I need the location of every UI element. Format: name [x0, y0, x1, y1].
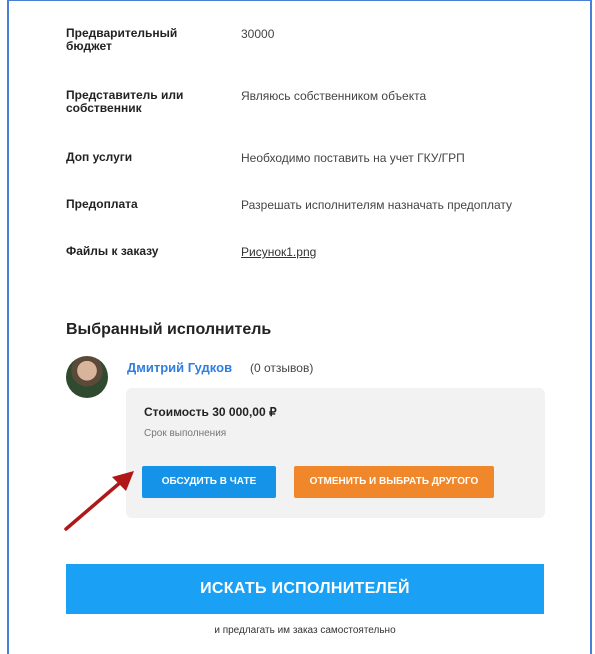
detail-value: Являюсь собственником объекта: [241, 89, 427, 103]
avatar[interactable]: [66, 356, 108, 398]
price: Стоимость 30 000,00 ₽: [144, 405, 277, 419]
detail-label: Предварительный бюджет: [66, 26, 178, 53]
search-executors-button[interactable]: ИСКАТЬ ИСПОЛНИТЕЛЕЙ: [66, 564, 544, 614]
detail-label: Представитель или собственник: [66, 88, 184, 115]
detail-label: Файлы к заказу: [66, 244, 159, 258]
executor-name-link[interactable]: Дмитрий Гудков: [127, 360, 232, 375]
cancel-and-choose-another-button[interactable]: ОТМЕНИТЬ И ВЫБРАТЬ ДРУГОГО: [294, 466, 494, 498]
offer-card: Стоимость 30 000,00 ₽ Срок выполнения ОБ…: [126, 388, 545, 518]
detail-value: Разрешать исполнителям назначать предопл…: [241, 198, 513, 212]
reviews-count: (0 отзывов): [250, 361, 314, 375]
section-title: Выбранный исполнитель: [66, 321, 272, 338]
arrow-icon: [64, 471, 134, 531]
detail-value: Необходимо поставить на учет ГКУ/ГРП: [241, 151, 465, 165]
detail-label: Предоплата: [66, 197, 138, 211]
term-label: Срок выполнения: [144, 428, 227, 439]
file-link[interactable]: Рисунок1.png: [241, 245, 581, 259]
detail-label: Доп услуги: [66, 150, 133, 164]
discuss-in-chat-button[interactable]: ОБСУДИТЬ В ЧАТЕ: [142, 466, 276, 498]
search-hint: и предлагать им заказ самостоятельно: [214, 625, 396, 636]
detail-value: 30000: [241, 27, 275, 41]
